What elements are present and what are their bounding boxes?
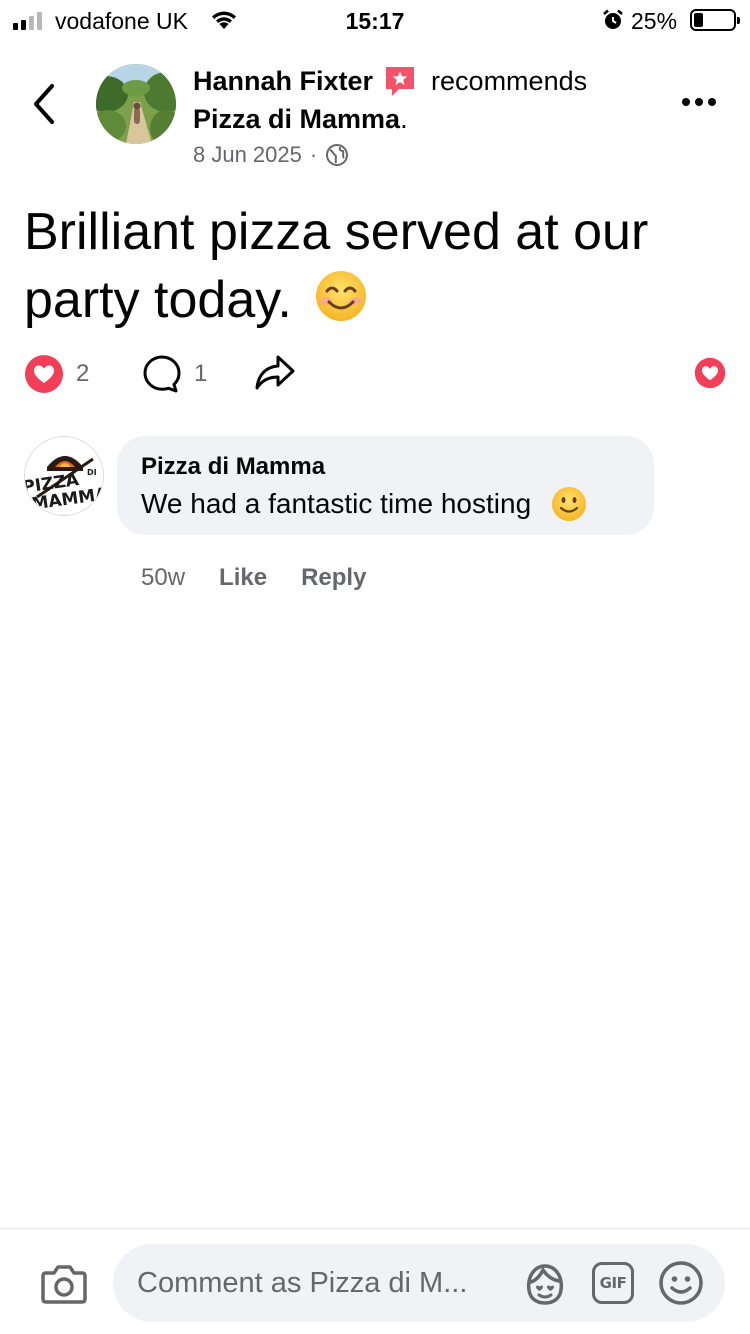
comment-count: 1 bbox=[194, 360, 208, 387]
pizza-di-mamma-logo: PIZZA DI MAMMA bbox=[25, 437, 103, 515]
author-name[interactable]: Hannah Fixter bbox=[193, 66, 373, 97]
comment-like-button[interactable]: Like bbox=[219, 564, 267, 592]
post-text: Brilliant pizza served at our party toda… bbox=[24, 198, 724, 334]
battery-percentage: 25% bbox=[631, 8, 678, 34]
gif-label: GIF bbox=[599, 1274, 627, 1292]
avatar-sticker-icon[interactable] bbox=[521, 1260, 569, 1308]
meta-separator: · bbox=[309, 142, 318, 167]
reactions-summary[interactable]: 2 bbox=[24, 354, 89, 394]
more-options-button[interactable] bbox=[682, 92, 722, 112]
post-header-line: Hannah Fixter recommends bbox=[193, 64, 587, 98]
page-name-period: . bbox=[400, 104, 408, 134]
camera-icon[interactable] bbox=[40, 1263, 88, 1305]
comment-author[interactable]: Pizza di Mamma bbox=[141, 453, 325, 481]
globe-icon bbox=[326, 144, 349, 166]
comments-button[interactable]: 1 bbox=[142, 354, 207, 394]
gif-button[interactable]: GIF bbox=[592, 1262, 634, 1304]
post-meta: 8 Jun 2025 · bbox=[193, 142, 349, 168]
love-react-button[interactable] bbox=[694, 357, 726, 389]
smiling-face-icon bbox=[316, 271, 367, 321]
comment-age: 50w bbox=[141, 564, 186, 591]
status-bar: vodafone UK 15:17 25% bbox=[0, 0, 750, 40]
recommended-page-line: Pizza di Mamma. bbox=[193, 104, 408, 135]
page-name-link[interactable]: Pizza di Mamma bbox=[193, 104, 400, 134]
commenter-avatar[interactable]: PIZZA DI MAMMA bbox=[24, 436, 104, 516]
comment-composer: GIF bbox=[0, 1228, 750, 1334]
share-button[interactable] bbox=[254, 354, 296, 392]
emoji-icon[interactable] bbox=[658, 1260, 704, 1306]
comment-bubble[interactable]: Pizza di Mamma We had a fantastic time h… bbox=[117, 436, 654, 535]
post-date[interactable]: 8 Jun 2025 bbox=[193, 142, 302, 168]
battery-icon bbox=[690, 9, 740, 31]
author-avatar[interactable] bbox=[96, 64, 176, 144]
comment-input[interactable] bbox=[137, 1244, 517, 1322]
comment-text-line: We had a fantastic time hosting bbox=[141, 486, 587, 522]
comment-meta: 50w Like Reply bbox=[141, 564, 366, 592]
comment-text: We had a fantastic time hosting bbox=[141, 488, 532, 519]
love-reaction-icon bbox=[25, 355, 63, 393]
svg-text:DI: DI bbox=[87, 468, 97, 477]
comment-reply-button[interactable]: Reply bbox=[301, 564, 366, 592]
back-button[interactable] bbox=[28, 82, 64, 126]
recommends-label: recommends bbox=[431, 65, 588, 96]
reaction-count: 2 bbox=[76, 360, 90, 387]
recommendation-icon bbox=[386, 67, 415, 96]
comment-bubble-icon bbox=[143, 355, 181, 393]
comment-input-field[interactable]: GIF bbox=[113, 1244, 725, 1322]
alarm-icon bbox=[603, 9, 623, 29]
slight-smile-icon bbox=[552, 487, 587, 521]
